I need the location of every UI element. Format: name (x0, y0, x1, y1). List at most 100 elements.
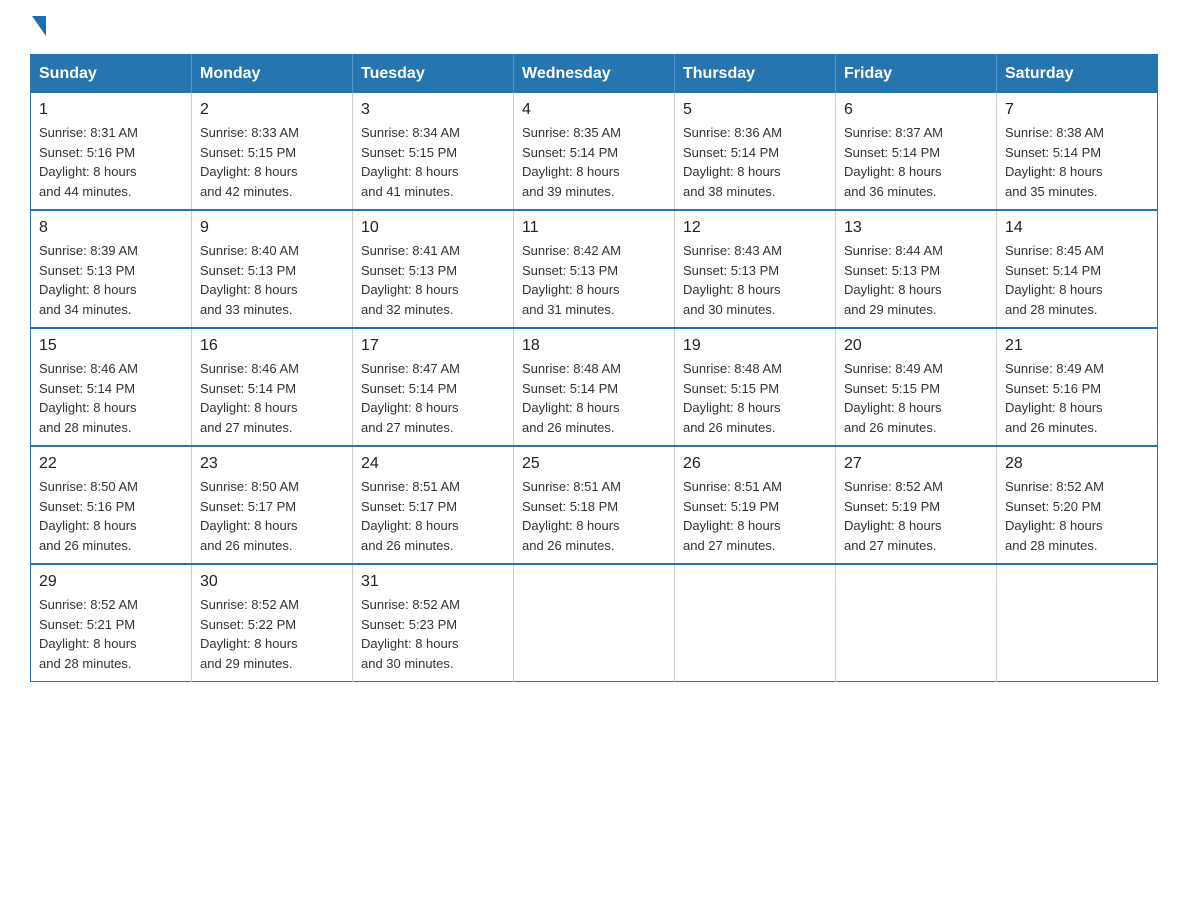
day-info: Sunrise: 8:46 AM Sunset: 5:14 PM Dayligh… (200, 359, 344, 437)
week-row-2: 8 Sunrise: 8:39 AM Sunset: 5:13 PM Dayli… (31, 210, 1158, 328)
calendar-cell: 26 Sunrise: 8:51 AM Sunset: 5:19 PM Dayl… (675, 446, 836, 564)
day-info: Sunrise: 8:39 AM Sunset: 5:13 PM Dayligh… (39, 241, 183, 319)
day-info: Sunrise: 8:49 AM Sunset: 5:15 PM Dayligh… (844, 359, 988, 437)
calendar-cell: 14 Sunrise: 8:45 AM Sunset: 5:14 PM Dayl… (997, 210, 1158, 328)
calendar-cell: 16 Sunrise: 8:46 AM Sunset: 5:14 PM Dayl… (192, 328, 353, 446)
day-number: 14 (1005, 219, 1149, 237)
day-number: 17 (361, 337, 505, 355)
day-number: 2 (200, 101, 344, 119)
day-number: 12 (683, 219, 827, 237)
day-info: Sunrise: 8:45 AM Sunset: 5:14 PM Dayligh… (1005, 241, 1149, 319)
calendar-cell: 25 Sunrise: 8:51 AM Sunset: 5:18 PM Dayl… (514, 446, 675, 564)
day-info: Sunrise: 8:33 AM Sunset: 5:15 PM Dayligh… (200, 123, 344, 201)
day-number: 28 (1005, 455, 1149, 473)
calendar-cell: 11 Sunrise: 8:42 AM Sunset: 5:13 PM Dayl… (514, 210, 675, 328)
header-saturday: Saturday (997, 55, 1158, 94)
day-info: Sunrise: 8:51 AM Sunset: 5:17 PM Dayligh… (361, 477, 505, 555)
header-friday: Friday (836, 55, 997, 94)
day-info: Sunrise: 8:37 AM Sunset: 5:14 PM Dayligh… (844, 123, 988, 201)
day-info: Sunrise: 8:50 AM Sunset: 5:17 PM Dayligh… (200, 477, 344, 555)
calendar-cell: 15 Sunrise: 8:46 AM Sunset: 5:14 PM Dayl… (31, 328, 192, 446)
day-number: 19 (683, 337, 827, 355)
calendar-cell: 19 Sunrise: 8:48 AM Sunset: 5:15 PM Dayl… (675, 328, 836, 446)
calendar-cell: 31 Sunrise: 8:52 AM Sunset: 5:23 PM Dayl… (353, 564, 514, 682)
week-row-1: 1 Sunrise: 8:31 AM Sunset: 5:16 PM Dayli… (31, 93, 1158, 210)
day-info: Sunrise: 8:51 AM Sunset: 5:19 PM Dayligh… (683, 477, 827, 555)
day-number: 20 (844, 337, 988, 355)
week-row-4: 22 Sunrise: 8:50 AM Sunset: 5:16 PM Dayl… (31, 446, 1158, 564)
day-number: 30 (200, 573, 344, 591)
day-number: 25 (522, 455, 666, 473)
calendar-cell: 5 Sunrise: 8:36 AM Sunset: 5:14 PM Dayli… (675, 93, 836, 210)
day-number: 11 (522, 219, 666, 237)
calendar-cell: 3 Sunrise: 8:34 AM Sunset: 5:15 PM Dayli… (353, 93, 514, 210)
calendar-cell: 24 Sunrise: 8:51 AM Sunset: 5:17 PM Dayl… (353, 446, 514, 564)
day-number: 3 (361, 101, 505, 119)
week-row-5: 29 Sunrise: 8:52 AM Sunset: 5:21 PM Dayl… (31, 564, 1158, 682)
day-info: Sunrise: 8:48 AM Sunset: 5:15 PM Dayligh… (683, 359, 827, 437)
calendar-cell: 18 Sunrise: 8:48 AM Sunset: 5:14 PM Dayl… (514, 328, 675, 446)
page-header (30, 20, 1158, 34)
day-info: Sunrise: 8:31 AM Sunset: 5:16 PM Dayligh… (39, 123, 183, 201)
header-monday: Monday (192, 55, 353, 94)
day-info: Sunrise: 8:35 AM Sunset: 5:14 PM Dayligh… (522, 123, 666, 201)
day-number: 5 (683, 101, 827, 119)
calendar-cell: 23 Sunrise: 8:50 AM Sunset: 5:17 PM Dayl… (192, 446, 353, 564)
calendar-cell: 8 Sunrise: 8:39 AM Sunset: 5:13 PM Dayli… (31, 210, 192, 328)
day-info: Sunrise: 8:43 AM Sunset: 5:13 PM Dayligh… (683, 241, 827, 319)
header-tuesday: Tuesday (353, 55, 514, 94)
calendar-table: SundayMondayTuesdayWednesdayThursdayFrid… (30, 54, 1158, 682)
calendar-cell: 30 Sunrise: 8:52 AM Sunset: 5:22 PM Dayl… (192, 564, 353, 682)
day-info: Sunrise: 8:46 AM Sunset: 5:14 PM Dayligh… (39, 359, 183, 437)
day-number: 23 (200, 455, 344, 473)
day-info: Sunrise: 8:42 AM Sunset: 5:13 PM Dayligh… (522, 241, 666, 319)
header-thursday: Thursday (675, 55, 836, 94)
day-info: Sunrise: 8:34 AM Sunset: 5:15 PM Dayligh… (361, 123, 505, 201)
calendar-cell: 1 Sunrise: 8:31 AM Sunset: 5:16 PM Dayli… (31, 93, 192, 210)
calendar-cell: 22 Sunrise: 8:50 AM Sunset: 5:16 PM Dayl… (31, 446, 192, 564)
day-number: 10 (361, 219, 505, 237)
calendar-cell (514, 564, 675, 682)
header-sunday: Sunday (31, 55, 192, 94)
day-info: Sunrise: 8:52 AM Sunset: 5:20 PM Dayligh… (1005, 477, 1149, 555)
day-number: 16 (200, 337, 344, 355)
calendar-header-row: SundayMondayTuesdayWednesdayThursdayFrid… (31, 55, 1158, 94)
day-number: 4 (522, 101, 666, 119)
day-info: Sunrise: 8:47 AM Sunset: 5:14 PM Dayligh… (361, 359, 505, 437)
day-number: 13 (844, 219, 988, 237)
calendar-cell: 17 Sunrise: 8:47 AM Sunset: 5:14 PM Dayl… (353, 328, 514, 446)
calendar-cell (675, 564, 836, 682)
calendar-cell: 29 Sunrise: 8:52 AM Sunset: 5:21 PM Dayl… (31, 564, 192, 682)
day-info: Sunrise: 8:52 AM Sunset: 5:19 PM Dayligh… (844, 477, 988, 555)
day-number: 6 (844, 101, 988, 119)
day-number: 31 (361, 573, 505, 591)
calendar-cell (836, 564, 997, 682)
day-info: Sunrise: 8:38 AM Sunset: 5:14 PM Dayligh… (1005, 123, 1149, 201)
day-number: 27 (844, 455, 988, 473)
calendar-cell: 13 Sunrise: 8:44 AM Sunset: 5:13 PM Dayl… (836, 210, 997, 328)
day-info: Sunrise: 8:50 AM Sunset: 5:16 PM Dayligh… (39, 477, 183, 555)
day-info: Sunrise: 8:52 AM Sunset: 5:22 PM Dayligh… (200, 595, 344, 673)
day-info: Sunrise: 8:44 AM Sunset: 5:13 PM Dayligh… (844, 241, 988, 319)
calendar-cell: 10 Sunrise: 8:41 AM Sunset: 5:13 PM Dayl… (353, 210, 514, 328)
calendar-cell: 27 Sunrise: 8:52 AM Sunset: 5:19 PM Dayl… (836, 446, 997, 564)
day-info: Sunrise: 8:52 AM Sunset: 5:21 PM Dayligh… (39, 595, 183, 673)
calendar-cell (997, 564, 1158, 682)
day-number: 8 (39, 219, 183, 237)
calendar-cell: 28 Sunrise: 8:52 AM Sunset: 5:20 PM Dayl… (997, 446, 1158, 564)
logo (30, 20, 46, 34)
day-info: Sunrise: 8:49 AM Sunset: 5:16 PM Dayligh… (1005, 359, 1149, 437)
day-number: 22 (39, 455, 183, 473)
day-number: 7 (1005, 101, 1149, 119)
calendar-cell: 20 Sunrise: 8:49 AM Sunset: 5:15 PM Dayl… (836, 328, 997, 446)
calendar-cell: 4 Sunrise: 8:35 AM Sunset: 5:14 PM Dayli… (514, 93, 675, 210)
day-number: 21 (1005, 337, 1149, 355)
day-number: 29 (39, 573, 183, 591)
day-info: Sunrise: 8:48 AM Sunset: 5:14 PM Dayligh… (522, 359, 666, 437)
day-number: 1 (39, 101, 183, 119)
day-info: Sunrise: 8:41 AM Sunset: 5:13 PM Dayligh… (361, 241, 505, 319)
week-row-3: 15 Sunrise: 8:46 AM Sunset: 5:14 PM Dayl… (31, 328, 1158, 446)
calendar-cell: 21 Sunrise: 8:49 AM Sunset: 5:16 PM Dayl… (997, 328, 1158, 446)
day-number: 24 (361, 455, 505, 473)
day-number: 15 (39, 337, 183, 355)
